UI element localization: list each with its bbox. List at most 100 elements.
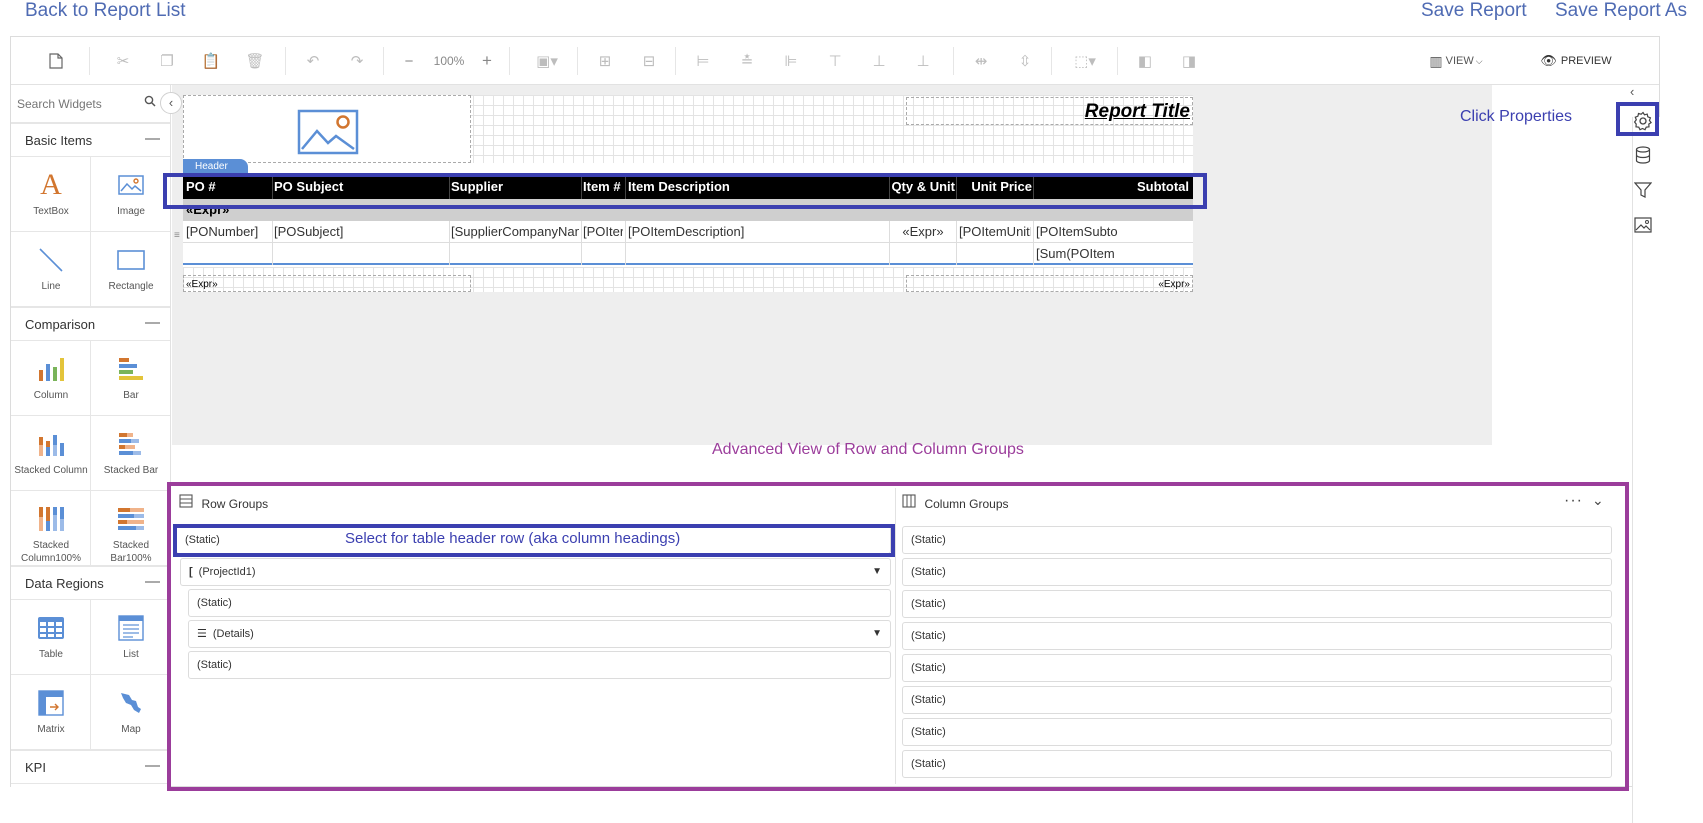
paste-icon[interactable]: 📋 (197, 37, 225, 85)
category-label: Basic Items (25, 133, 93, 148)
merge-icon[interactable]: ⊟ (635, 37, 663, 85)
stacked-column100-icon (11, 503, 91, 535)
layout-icon[interactable]: ⬚▾ (1065, 37, 1105, 85)
widget-label: Line (41, 281, 61, 292)
collapse-icon[interactable]: — (145, 130, 160, 147)
widget-textbox[interactable]: A TextBox (11, 157, 91, 232)
total-subtotal[interactable]: [Sum(POItem (1036, 246, 1191, 261)
insert-icon[interactable]: ⊞ (591, 37, 619, 85)
category-data-regions[interactable]: Data Regions — (11, 566, 170, 600)
widget-palette: Basic Items — A TextBox Image Line Recta… (11, 85, 171, 787)
detail-supplier[interactable]: [SupplierCompanyNam (451, 224, 579, 239)
widget-label: List (123, 649, 139, 660)
matrix-icon (11, 687, 91, 719)
detail-item-number[interactable]: [POIter (583, 224, 623, 239)
table-icon (11, 612, 91, 644)
collapse-icon[interactable]: — (145, 573, 160, 590)
widget-stacked-bar100[interactable]: Stacked Bar100% (91, 491, 170, 566)
align-middle-icon[interactable]: ⊥ (865, 37, 893, 85)
search-widgets (11, 85, 170, 123)
widget-column[interactable]: Column (11, 341, 91, 416)
undo-icon[interactable]: ↶ (299, 37, 327, 85)
report-title-box[interactable]: Report Title (906, 97, 1193, 125)
widget-label: Stacked Column (14, 465, 88, 476)
footer-right-expression: «Expr» (1158, 279, 1190, 290)
preview-button[interactable]: 👁 PREVIEW (1536, 37, 1616, 85)
view-dropdown[interactable]: ▥ VIEW ⌵ (1421, 37, 1491, 85)
detail-unit-price[interactable]: [POItemUnitF (959, 224, 1031, 239)
line-icon (11, 244, 91, 276)
arrange-icon[interactable]: ▣▾ (529, 37, 565, 85)
zoom-out-icon[interactable]: − (397, 37, 421, 85)
align-left-icon[interactable]: ⊨ (689, 37, 717, 85)
widget-label: Rectangle (108, 281, 154, 292)
widget-matrix[interactable]: Matrix (11, 675, 91, 750)
column-chart-icon (11, 353, 91, 385)
zoom-in-icon[interactable]: + (475, 37, 499, 85)
image-manager-icon[interactable] (1628, 211, 1658, 239)
detail-item-description[interactable]: [POItemDescription] (628, 224, 886, 239)
back-to-report-list-link[interactable]: Back to Report List (25, 0, 186, 22)
align-right-icon[interactable]: ⊫ (777, 37, 805, 85)
detail-row[interactable]: [PONumber] [POSubject] [SupplierCompanyN… (183, 221, 1193, 243)
view-label: VIEW (1445, 55, 1474, 67)
search-icon[interactable] (144, 95, 156, 110)
stacked-bar-icon (91, 428, 170, 460)
align-bottom-icon[interactable]: ⊥ (909, 37, 937, 85)
new-file-icon[interactable] (41, 37, 71, 85)
copy-icon[interactable]: ❐ (153, 37, 181, 85)
redo-icon[interactable]: ↷ (343, 37, 371, 85)
select-header-annotation: Select for table header row (aka column … (345, 530, 681, 547)
align-top-icon[interactable]: ⊤ (821, 37, 849, 85)
widget-stacked-column[interactable]: Stacked Column (11, 416, 91, 491)
zoom-level[interactable]: 100% (427, 37, 471, 85)
category-basic-items[interactable]: Basic Items — (11, 123, 170, 157)
footer-left-box[interactable]: «Expr» (183, 275, 471, 292)
collapse-palette-icon[interactable]: ‹ (160, 92, 182, 114)
expand-panel-icon[interactable]: ‹ (1630, 84, 1634, 99)
collapse-icon[interactable]: — (145, 757, 160, 774)
save-report-as-link[interactable]: Save Report As (1555, 0, 1687, 22)
header-image-box[interactable] (183, 95, 471, 163)
widget-bar[interactable]: Bar (91, 341, 170, 416)
detail-qty-unit[interactable]: «Expr» (891, 224, 955, 239)
delete-icon[interactable]: 🗑 (241, 37, 269, 85)
bring-front-icon[interactable]: ◧ (1131, 37, 1159, 85)
distribute-v-icon[interactable]: ⇳ (1011, 37, 1039, 85)
textbox-icon: A (40, 168, 62, 201)
save-report-link[interactable]: Save Report (1421, 0, 1527, 22)
data-source-icon[interactable] (1628, 141, 1658, 169)
widget-rectangle[interactable]: Rectangle (91, 232, 170, 307)
rectangle-icon (91, 244, 170, 276)
detail-posubject[interactable]: [POSubject] (274, 224, 446, 239)
detail-subtotal[interactable]: [POItemSubto (1036, 224, 1191, 239)
map-icon (91, 687, 170, 719)
filter-icon[interactable] (1628, 176, 1658, 204)
widget-stacked-column100[interactable]: Stacked Column100% (11, 491, 91, 566)
category-kpi[interactable]: KPI — (11, 750, 170, 784)
total-row[interactable]: [Sum(POItem (183, 243, 1193, 265)
category-comparison[interactable]: Comparison — (11, 307, 170, 341)
search-widgets-input[interactable] (17, 93, 137, 115)
click-properties-annotation: Click Properties (1460, 108, 1573, 125)
detail-ponumber[interactable]: [PONumber] (186, 224, 270, 239)
advanced-view-annotation: Advanced View of Row and Column Groups (712, 441, 1024, 458)
send-back-icon[interactable]: ◨ (1175, 37, 1203, 85)
distribute-h-icon[interactable]: ⇹ (967, 37, 995, 85)
toolbar: ✂ ❐ 📋 🗑 ↶ ↷ − 100% + ▣▾ ⊞ ⊟ ⊨ ≛ ⊫ ⊤ ⊥ ⊥ … (11, 37, 1659, 85)
widget-map[interactable]: Map (91, 675, 170, 750)
widget-line[interactable]: Line (11, 232, 91, 307)
widget-label: Map (121, 724, 141, 735)
widget-list[interactable]: List (91, 600, 170, 675)
widget-label: Image (117, 206, 145, 217)
row-handle-icon[interactable]: ≡ (174, 230, 180, 241)
collapse-icon[interactable]: — (145, 314, 160, 331)
widget-stacked-bar[interactable]: Stacked Bar (91, 416, 170, 491)
cut-icon[interactable]: ✂ (109, 37, 137, 85)
widget-label: Bar (123, 390, 139, 401)
stacked-bar100-icon (91, 503, 170, 535)
align-center-icon[interactable]: ≛ (733, 37, 761, 85)
widget-image[interactable]: Image (91, 157, 170, 232)
widget-table[interactable]: Table (11, 600, 91, 675)
footer-right-box[interactable]: «Expr» (906, 275, 1193, 292)
